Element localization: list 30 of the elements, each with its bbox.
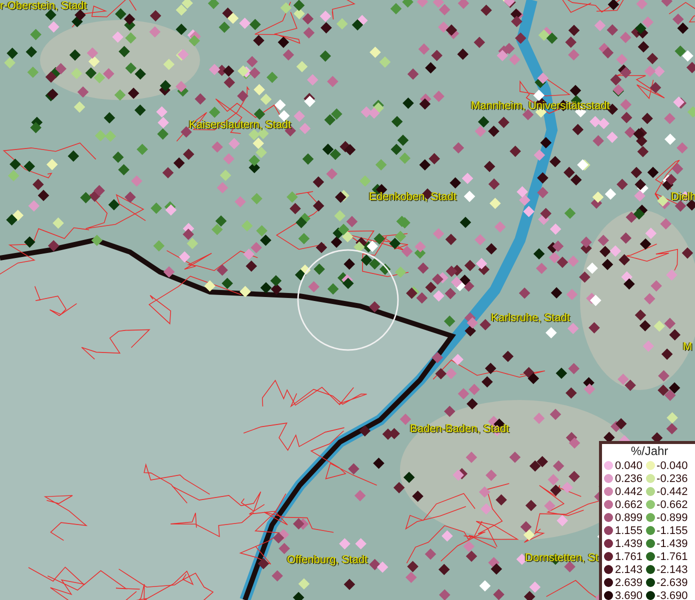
legend-value: -0.662 (656, 498, 688, 510)
place-label: Karlsruhe, Stadt (491, 312, 570, 325)
legend-value: 0.662 (615, 498, 643, 510)
legend-title: %/Jahr (630, 445, 670, 458)
legend-value: 0.040 (615, 460, 643, 472)
legend-value: 1.761 (615, 550, 643, 562)
legend-value: 2.639 (615, 576, 643, 588)
legend-value: 0.899 (615, 512, 643, 524)
legend-value: 1.155 (615, 524, 643, 536)
legend-value: -0.899 (656, 512, 688, 524)
place-label: r-Oberstein, Stadt (0, 0, 87, 13)
legend-value: 1.439 (615, 538, 643, 550)
legend-value: -1.761 (656, 550, 688, 562)
legend-value: 0.236 (615, 472, 643, 484)
place-label: Edenkoben, Stadt (369, 191, 456, 204)
legend-value: -0.442 (656, 486, 688, 498)
legend-value: -2.143 (656, 564, 688, 576)
legend-value: 3.690 (615, 590, 643, 600)
legend-value: -1.439 (656, 538, 688, 550)
legend-value: 2.143 (615, 564, 643, 576)
legend-value: -3.690 (656, 590, 688, 600)
legend-value: -1.155 (656, 524, 688, 536)
place-label: Baden-Baden, Stadt (410, 423, 510, 436)
legend-value: 0.442 (615, 486, 643, 498)
legend-value: -0.040 (656, 460, 688, 472)
legend-value: -2.639 (656, 576, 688, 588)
legend-value: -0.236 (656, 472, 688, 484)
place-label: Offenburg, Stadt (287, 554, 368, 567)
place-label: Dielh (671, 191, 695, 204)
place-label: M (683, 341, 692, 354)
